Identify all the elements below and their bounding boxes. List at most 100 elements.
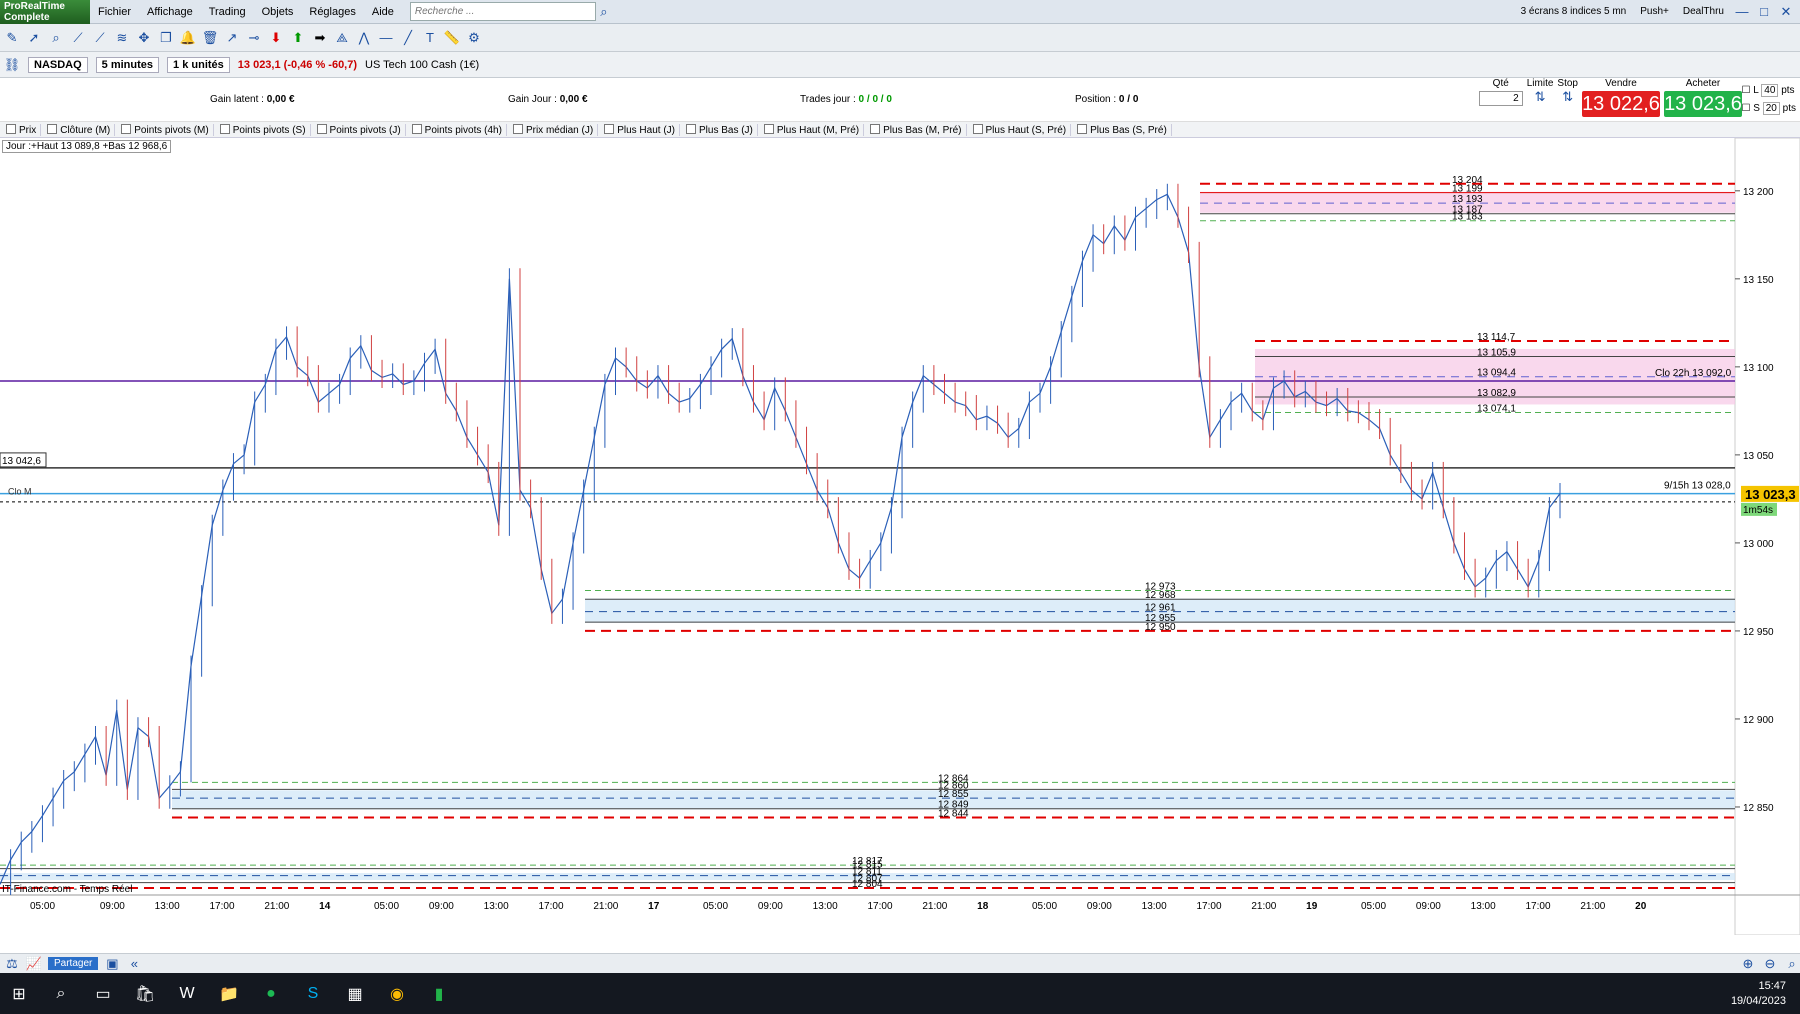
indicator-toggle[interactable]: Plus Haut (S, Pré) bbox=[969, 123, 1072, 136]
down-arrow-icon[interactable]: ⬇ bbox=[268, 30, 284, 46]
fan-icon[interactable]: ⋀ bbox=[356, 30, 372, 46]
menu-objets[interactable]: Objets bbox=[254, 6, 302, 18]
qty-input[interactable]: 2 bbox=[1478, 91, 1523, 106]
level-label: 13 105,9 bbox=[1477, 347, 1516, 358]
chart-type-icon[interactable]: 📈 bbox=[26, 956, 42, 972]
menu-affichage[interactable]: Affichage bbox=[139, 6, 201, 18]
prorealtime-task-icon[interactable]: ▮ bbox=[428, 983, 450, 1005]
indicator-toggle[interactable]: Clôture (M) bbox=[43, 123, 116, 136]
segment-icon[interactable]: ⊸ bbox=[246, 30, 262, 46]
ruler-icon[interactable]: ⟋ bbox=[70, 30, 86, 46]
scroll-left-icon[interactable]: « bbox=[126, 956, 142, 972]
level-label: 12 844 bbox=[938, 809, 969, 820]
ruler2-icon[interactable]: 📏 bbox=[444, 30, 460, 46]
skype-icon[interactable]: S bbox=[302, 983, 324, 1005]
indicator-toggle[interactable]: Points pivots (J) bbox=[313, 123, 406, 136]
stop-label: Stop bbox=[1557, 78, 1578, 89]
taskbar: ⊞ ⌕ ▭ 🛍 W 📁 ● S ▦ ◉ ▮ 15:47 19/04/2023 bbox=[0, 973, 1800, 1014]
calculator-icon[interactable]: ▦ bbox=[344, 983, 366, 1005]
clo-22h-label: Clo 22h 13 092,0 bbox=[1655, 368, 1732, 379]
indicator-toggle[interactable]: Plus Bas (J) bbox=[682, 123, 758, 136]
cursor-icon[interactable]: ➚ bbox=[26, 30, 42, 46]
y-tick-label: 13 150 bbox=[1743, 275, 1774, 286]
x-tick-label: 21:00 bbox=[264, 901, 289, 912]
menu-aide[interactable]: Aide bbox=[364, 6, 402, 18]
channel-icon[interactable]: ≋ bbox=[114, 30, 130, 46]
horizontal-line-icon[interactable]: — bbox=[378, 30, 394, 46]
settings-icon[interactable]: ⚙ bbox=[466, 30, 482, 46]
units-select[interactable]: 1 k unités bbox=[167, 56, 230, 73]
s-pts[interactable]: 20 bbox=[1762, 102, 1780, 115]
close-icon[interactable]: ✕ bbox=[1778, 4, 1794, 20]
x-tick-label: 05:00 bbox=[374, 901, 399, 912]
minimize-icon[interactable]: — bbox=[1734, 4, 1750, 20]
task-view-icon[interactable]: ▭ bbox=[92, 983, 114, 1005]
indicator-toggle[interactable]: Points pivots (4h) bbox=[408, 123, 507, 136]
bell-icon[interactable]: 🔔 bbox=[180, 30, 196, 46]
zoom-reset-icon[interactable]: ⌕ bbox=[1784, 956, 1800, 972]
arrow-line-icon[interactable]: ↗ bbox=[224, 30, 240, 46]
pencil-icon[interactable]: ✎ bbox=[4, 30, 20, 46]
buy-label: Acheter bbox=[1685, 78, 1721, 89]
indicator-toggle[interactable]: Plus Bas (M, Pré) bbox=[866, 123, 967, 136]
right-arrow-icon[interactable]: ➡ bbox=[312, 30, 328, 46]
sell-button[interactable]: 13 022,6 bbox=[1582, 91, 1660, 117]
stop-icon[interactable]: ⇅ bbox=[1560, 89, 1576, 105]
menu-fichier[interactable]: Fichier bbox=[90, 6, 139, 18]
indicator-toggle[interactable]: Points pivots (S) bbox=[216, 123, 311, 136]
word-icon[interactable]: W bbox=[176, 983, 198, 1005]
text-icon[interactable]: T bbox=[422, 30, 438, 46]
indicator-icon[interactable]: ⚖ bbox=[4, 956, 20, 972]
store-icon[interactable]: 🛍 bbox=[134, 983, 156, 1005]
indicator-toggle[interactable]: Points pivots (M) bbox=[117, 123, 214, 136]
trendline-icon[interactable]: ⟋ bbox=[92, 30, 108, 46]
indicator-toggle[interactable]: Prix bbox=[2, 123, 42, 136]
price-chart[interactable]: 13 20413 19913 19313 18713 18313 114,713… bbox=[0, 138, 1800, 935]
push-button[interactable]: Push+ bbox=[1636, 4, 1673, 19]
zoom-out-icon[interactable]: ⊖ bbox=[1762, 956, 1778, 972]
indicator-toggle[interactable]: Plus Bas (S, Pré) bbox=[1073, 123, 1172, 136]
menu-reglages[interactable]: Réglages bbox=[301, 6, 363, 18]
x-tick-label: 14 bbox=[319, 901, 331, 912]
indicator-toggle[interactable]: Prix médian (J) bbox=[509, 123, 599, 136]
screens-button[interactable]: 3 écrans 8 indices 5 mn bbox=[1517, 4, 1631, 19]
x-tick-label: 05:00 bbox=[30, 901, 55, 912]
fibonacci-icon[interactable]: ⟁ bbox=[334, 30, 350, 46]
chrome-icon[interactable]: ◉ bbox=[386, 983, 408, 1005]
drawing-toolbar: ✎ ➚ ⌕ ⟋ ⟋ ≋ ✥ ❐ 🔔 🗑 ↗ ⊸ ⬇ ⬆ ➡ ⟁ ⋀ — ╱ T … bbox=[0, 24, 1800, 52]
indicator-toggle[interactable]: Plus Haut (J) bbox=[600, 123, 680, 136]
timeframe-select[interactable]: 5 minutes bbox=[95, 56, 160, 73]
l-pts[interactable]: 40 bbox=[1761, 84, 1779, 97]
zoom-in-icon[interactable]: ⊕ bbox=[1740, 956, 1756, 972]
search-task-icon[interactable]: ⌕ bbox=[50, 983, 72, 1005]
dealthru-button[interactable]: DealThru bbox=[1679, 4, 1728, 19]
search-input[interactable] bbox=[409, 2, 596, 21]
l-label[interactable]: L bbox=[1753, 85, 1758, 96]
search-icon[interactable]: ⌕ bbox=[596, 4, 612, 20]
maximize-icon[interactable]: □ bbox=[1756, 4, 1772, 20]
copy-icon[interactable]: ❐ bbox=[158, 30, 174, 46]
explorer-icon[interactable]: 📁 bbox=[218, 983, 240, 1005]
windows-start-icon[interactable]: ⊞ bbox=[8, 983, 30, 1005]
share-button[interactable]: Partager bbox=[48, 957, 99, 970]
limit-icon[interactable]: ⇅ bbox=[1532, 89, 1548, 105]
spotify-icon[interactable]: ● bbox=[260, 983, 282, 1005]
pnl-bar: Gain latent : 0,00 € Gain Jour : 0,00 € … bbox=[0, 78, 1800, 122]
bottom-toolbar: ⚖ 📈 Partager ▣ « ⊕ ⊖ ⌕ bbox=[0, 953, 1800, 973]
trash-icon[interactable]: 🗑 bbox=[202, 30, 219, 46]
indicator-toggle[interactable]: Plus Haut (M, Pré) bbox=[760, 123, 865, 136]
buy-button[interactable]: 13 023,6 bbox=[1664, 91, 1742, 117]
menu-trading[interactable]: Trading bbox=[201, 6, 254, 18]
x-tick-label: 17:00 bbox=[868, 901, 893, 912]
s-label[interactable]: S bbox=[1753, 103, 1760, 114]
level-label: 13 082,9 bbox=[1477, 388, 1516, 399]
move-icon[interactable]: ✥ bbox=[136, 30, 152, 46]
y-axis-area bbox=[1734, 138, 1800, 935]
window-icon[interactable]: ▣ bbox=[104, 956, 120, 972]
diagonal-line-icon[interactable]: ╱ bbox=[400, 30, 416, 46]
up-arrow-icon[interactable]: ⬆ bbox=[290, 30, 306, 46]
logo-line2: Complete bbox=[4, 11, 50, 23]
zoom-icon[interactable]: ⌕ bbox=[48, 30, 64, 46]
symbol-select[interactable]: NASDAQ bbox=[28, 56, 88, 73]
link-icon[interactable]: ⛓ bbox=[4, 57, 21, 73]
